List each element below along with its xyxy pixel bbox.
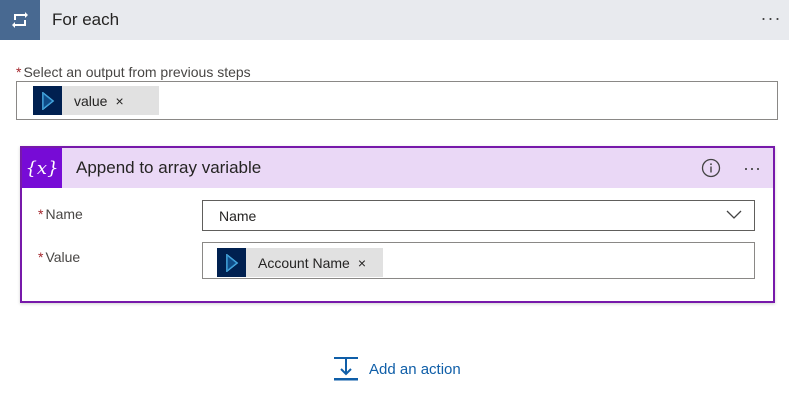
name-dropdown-value: Name	[219, 207, 257, 224]
dynamics-icon	[33, 86, 62, 115]
required-mark: *	[38, 206, 44, 222]
foreach-header[interactable]: For each ···	[0, 0, 789, 40]
value-token-label: value	[74, 92, 108, 109]
value-label-text: Value	[45, 249, 81, 265]
foreach-title: For each	[52, 10, 120, 29]
select-output-label-text: Select an output from previous steps	[23, 64, 251, 80]
name-label-text: Name	[45, 206, 83, 222]
add-action-button[interactable]: Add an action	[333, 356, 461, 382]
required-mark: *	[38, 249, 44, 265]
append-more-button[interactable]: ···	[740, 156, 764, 180]
chevron-down-icon	[726, 210, 742, 219]
loop-icon	[0, 0, 40, 40]
account-name-token[interactable]: Account Name ×	[217, 248, 383, 277]
variable-icon: {x}	[22, 148, 62, 188]
name-label: * Name	[38, 206, 83, 222]
value-label: * Value	[38, 249, 80, 265]
select-output-input[interactable]: value ×	[16, 81, 778, 120]
add-action-label: Add an action	[369, 360, 461, 378]
account-name-token-label: Account Name	[258, 254, 350, 271]
value-token-remove-icon[interactable]: ×	[115, 94, 123, 108]
value-input[interactable]: Account Name ×	[202, 242, 755, 279]
foreach-more-button[interactable]: ···	[759, 6, 783, 30]
append-card-title: Append to array variable	[76, 158, 262, 177]
info-icon[interactable]	[701, 158, 721, 178]
append-card-header[interactable]: {x} Append to array variable ···	[22, 148, 773, 188]
value-token[interactable]: value ×	[33, 86, 159, 115]
account-name-token-remove-icon[interactable]: ×	[358, 256, 366, 270]
add-action-icon	[334, 357, 358, 381]
name-dropdown[interactable]: Name	[202, 200, 755, 231]
dynamics-icon	[217, 248, 246, 277]
select-output-label: * Select an output from previous steps	[16, 64, 251, 80]
required-mark: *	[16, 64, 22, 80]
